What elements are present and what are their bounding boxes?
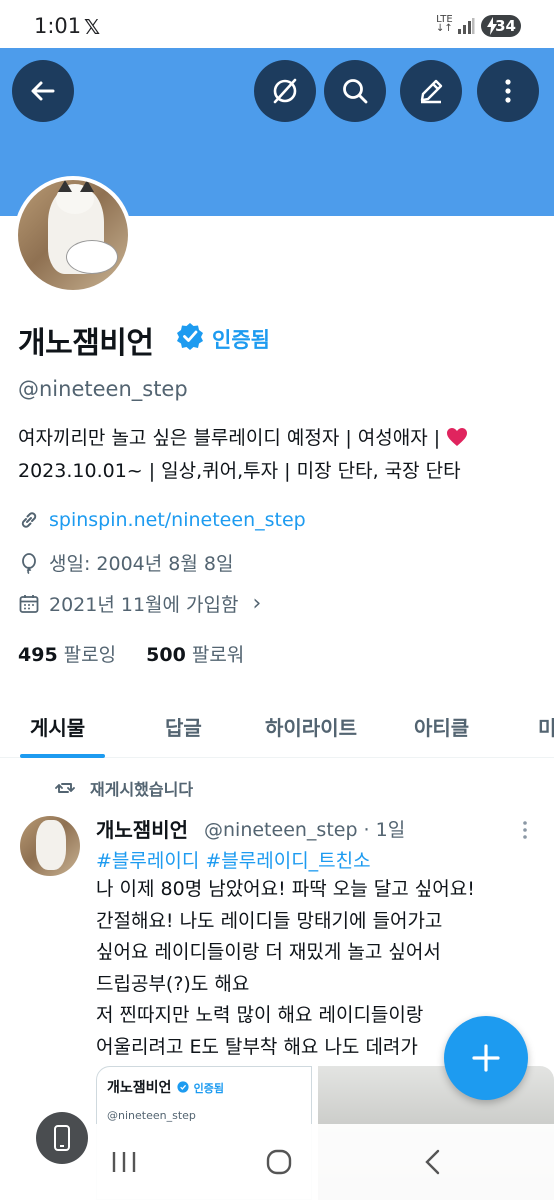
tab-posts[interactable]: 게시물 bbox=[30, 712, 85, 741]
more-options-button[interactable] bbox=[477, 60, 539, 122]
tab-media[interactable]: 미 bbox=[538, 712, 554, 741]
calendar-icon bbox=[19, 594, 39, 613]
link-icon bbox=[21, 512, 37, 528]
repost-icon bbox=[55, 783, 75, 793]
floating-phone-button[interactable] bbox=[36, 1112, 88, 1164]
plus-icon bbox=[472, 1044, 500, 1072]
back-arrow-icon bbox=[31, 81, 55, 101]
grok-button[interactable] bbox=[254, 60, 316, 122]
profile-bio: 여자끼리만 놀고 싶은 블루레이디 예정자 | 여성애자 | 2023.10.0… bbox=[18, 422, 538, 488]
followers-label: 팔로워 bbox=[191, 644, 245, 666]
tweet-line: 간절해요! 나도 레이디들 망태기에 들어가고 bbox=[96, 909, 443, 932]
profile-website-row[interactable]: spinspin.net/nineteen_step bbox=[18, 509, 306, 531]
balloon-icon bbox=[22, 552, 36, 574]
tweet-author-avatar[interactable] bbox=[20, 816, 80, 876]
bio-line-2: 2023.10.01~ | 일상,퀴어,투자 | 미장 단타, 국장 단타 bbox=[18, 460, 461, 482]
back-button[interactable] bbox=[12, 60, 74, 122]
signal-icon bbox=[458, 18, 475, 34]
profile-joined-row[interactable]: 2021년 11월에 가입함 › bbox=[18, 590, 261, 617]
profile-avatar[interactable] bbox=[14, 176, 132, 294]
followers-count: 500 bbox=[146, 644, 186, 666]
tweet-line: 나 이제 80명 남았어요! 파딱 오늘 달고 싶어요! bbox=[96, 878, 475, 900]
heart-emoji-icon bbox=[447, 428, 468, 446]
chevron-right-icon: › bbox=[252, 591, 262, 616]
tweet-hashtags[interactable]: #블루레이디 #블루레이디_트친소 bbox=[96, 846, 371, 873]
verified-label[interactable]: 인증됨 bbox=[212, 324, 270, 354]
embed-author-name: 개노잼비언 bbox=[107, 1080, 172, 1096]
grok-slash-icon bbox=[273, 78, 297, 104]
phone-device-icon bbox=[54, 1125, 70, 1151]
tab-replies[interactable]: 답글 bbox=[165, 712, 202, 741]
verified-badge-icon bbox=[176, 1081, 189, 1093]
tab-articles[interactable]: 아티클 bbox=[414, 712, 469, 741]
repost-indicator: 재게시했습니다 bbox=[54, 776, 193, 800]
recent-apps-icon[interactable] bbox=[104, 1146, 144, 1178]
followers-stat[interactable]: 500 팔로워 bbox=[146, 644, 244, 666]
home-icon[interactable] bbox=[259, 1146, 299, 1178]
search-button[interactable] bbox=[324, 60, 386, 122]
follow-stats: 495 팔로잉 500 팔로워 bbox=[18, 640, 244, 667]
tweet-line: 드립공부(?)도 해요 bbox=[96, 972, 250, 995]
bio-line-1: 여자끼리만 놀고 싶은 블루레이디 예정자 | 여성애자 | bbox=[18, 427, 447, 449]
repost-label: 재게시했습니다 bbox=[90, 780, 194, 799]
tab-highlights[interactable]: 하이라이트 bbox=[265, 712, 357, 741]
profile-joined-date: 2021년 11월에 가입함 bbox=[49, 594, 239, 616]
status-bar: 1:01 𝕏 LTE ↓↑ 34 bbox=[0, 0, 554, 48]
search-icon bbox=[343, 79, 368, 104]
x-logo-icon: 𝕏 bbox=[84, 15, 101, 39]
following-count: 495 bbox=[18, 644, 58, 666]
back-nav-icon[interactable] bbox=[414, 1146, 454, 1178]
verified-badge-icon[interactable] bbox=[176, 322, 204, 350]
profile-handle: @nineteen_step bbox=[18, 377, 188, 401]
profile-website-link[interactable]: spinspin.net/nineteen_step bbox=[49, 509, 306, 531]
active-tab-indicator bbox=[20, 754, 105, 758]
profile-tabs: 게시물 답글 하이라이트 아티클 미 bbox=[0, 700, 554, 758]
following-stat[interactable]: 495 팔로잉 bbox=[18, 644, 116, 666]
edit-profile-button[interactable] bbox=[400, 60, 462, 122]
profile-birthday: 생일: 2004년 8월 8일 bbox=[49, 553, 234, 575]
edit-pencil-icon bbox=[420, 79, 443, 104]
more-vertical-icon bbox=[505, 79, 511, 103]
status-time: 1:01 bbox=[34, 14, 82, 38]
compose-button[interactable] bbox=[444, 1016, 528, 1100]
profile-display-name: 개노잼비언 bbox=[18, 326, 154, 361]
tweet-line: 싶어요 레이디들이랑 더 재밌게 놀고 싶어서 bbox=[96, 941, 441, 963]
battery-icon: 34 bbox=[481, 15, 521, 37]
avatar-image bbox=[18, 180, 128, 290]
embed-author-handle: @nineteen_step bbox=[107, 1109, 196, 1122]
tweet-author-handle: @nineteen_step · 1일 bbox=[204, 819, 406, 841]
network-type: LTE ↓↑ bbox=[436, 14, 453, 34]
following-label: 팔로잉 bbox=[63, 644, 117, 666]
profile-birthday-row: 생일: 2004년 8월 8일 bbox=[18, 549, 233, 576]
tweet-more-icon[interactable] bbox=[518, 818, 532, 842]
tweet-author-name[interactable]: 개노잼비언 bbox=[96, 814, 188, 843]
embed-verified-label: 인증됨 bbox=[193, 1082, 224, 1095]
